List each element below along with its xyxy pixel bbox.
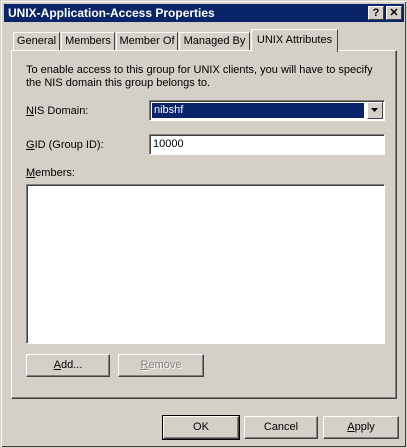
tab-member-of[interactable]: Member Of xyxy=(116,32,178,51)
apply-button[interactable]: Apply xyxy=(323,416,399,439)
ok-button-label: OK xyxy=(193,421,209,433)
help-button[interactable]: ? xyxy=(368,6,384,20)
tab-managed-by-label: Managed By xyxy=(183,35,246,47)
nis-domain-label-text: IS Domain: xyxy=(33,105,89,117)
cancel-button-label: Cancel xyxy=(263,421,299,433)
dropdown-button[interactable] xyxy=(367,102,383,119)
nis-domain-label: NIS Domain: xyxy=(26,105,88,117)
properties-dialog: UNIX-Application-Access Properties ? ✕ G… xyxy=(0,0,407,448)
gid-hotkey: G xyxy=(26,139,35,151)
tab-general-label: General xyxy=(16,35,57,47)
help-icon: ? xyxy=(372,7,380,19)
members-hotkey: M xyxy=(26,167,36,179)
window-title: UNIX-Application-Access Properties xyxy=(8,6,215,20)
remove-button[interactable]: Remove xyxy=(118,354,204,377)
gid-input-value: 10000 xyxy=(153,138,184,150)
close-button[interactable]: ✕ xyxy=(386,6,402,20)
nis-domain-hotkey: N xyxy=(26,105,34,117)
add-button-label: dd... xyxy=(60,359,83,371)
add-hotkey: A xyxy=(53,359,61,371)
description-text: To enable access to this group for UNIX … xyxy=(26,64,373,89)
nis-domain-selected-value: nibshf xyxy=(152,103,364,118)
tab-member-of-label: Member Of xyxy=(119,35,175,47)
tab-unix-attributes-label: UNIX Attributes xyxy=(256,34,333,46)
tab-members-label: Members xyxy=(65,35,111,47)
members-label-text: embers: xyxy=(35,167,75,179)
chevron-down-icon xyxy=(371,108,378,112)
gid-label-text: ID (Group ID): xyxy=(34,139,104,151)
gid-input[interactable]: 10000 xyxy=(149,134,385,155)
add-button[interactable]: Add... xyxy=(26,354,110,377)
tab-managed-by[interactable]: Managed By xyxy=(179,32,250,51)
tab-members[interactable]: Members xyxy=(61,32,115,51)
cancel-button[interactable]: Cancel xyxy=(244,416,318,439)
tab-general[interactable]: General xyxy=(13,32,60,51)
title-bar[interactable]: UNIX-Application-Access Properties ? ✕ xyxy=(4,4,404,22)
apply-button-label: pply xyxy=(354,421,375,433)
gid-label: GID (Group ID): xyxy=(26,139,104,151)
apply-hotkey: A xyxy=(347,421,355,433)
members-list[interactable] xyxy=(26,184,385,344)
unix-attributes-panel: To enable access to this group for UNIX … xyxy=(11,50,397,399)
nis-domain-select[interactable]: nibshf xyxy=(149,100,385,121)
members-label: Members: xyxy=(26,167,75,179)
remove-button-label: emove xyxy=(148,359,182,371)
close-icon: ✕ xyxy=(389,7,399,19)
ok-button[interactable]: OK xyxy=(162,415,240,440)
tab-unix-attributes[interactable]: UNIX Attributes xyxy=(251,29,338,52)
